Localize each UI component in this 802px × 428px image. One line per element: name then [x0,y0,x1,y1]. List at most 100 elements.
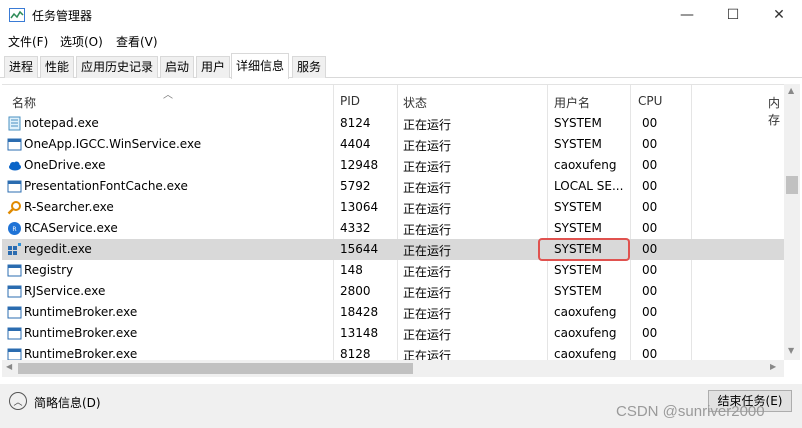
scroll-up-icon[interactable]: ▲ [788,86,794,95]
highlight-annotation [538,238,630,261]
tab-app-history[interactable]: 应用历史记录 [76,56,159,78]
cpu-cell: 00 [642,284,658,298]
table-row[interactable]: regedit.exe 15644 正在运行 SYSTEM 00 [2,239,784,260]
pid-cell: 8124 [340,116,371,130]
vertical-scrollbar[interactable]: ▲ ▼ [784,84,800,360]
tab-services[interactable]: 服务 [292,56,327,78]
process-name-cell: Registry [24,263,74,277]
tab-startup[interactable]: 启动 [160,56,195,78]
scroll-thumb[interactable] [18,363,413,374]
minimize-icon: — [680,7,694,23]
status-cell: 正在运行 [403,139,452,153]
fewer-details-link[interactable]: 简略信息(D) [34,394,101,411]
status-cell: 正在运行 [403,223,452,237]
process-name-cell: RuntimeBroker.exe [24,347,138,361]
scroll-left-icon[interactable]: ◀ [6,362,12,371]
process-name-cell: OneApp.IGCC.WinService.exe [24,137,202,151]
cpu-cell: 00 [642,242,658,256]
chevron-up-icon[interactable]: ︿ [9,392,27,410]
onedrive-cloud-icon [7,158,22,173]
tab-processes[interactable]: 进程 [4,56,39,78]
generic-exe-icon [7,263,22,278]
svg-text:R: R [12,226,16,233]
user-cell: SYSTEM [554,137,602,151]
table-row[interactable]: PresentationFontCache.exe 5792 正在运行 LOCAL S… [2,176,784,197]
cpu-cell: 00 [642,326,658,340]
cpu-cell: 00 [642,179,658,193]
column-header-user[interactable]: 用户名 [554,94,590,111]
scroll-right-icon[interactable]: ▶ [770,362,776,371]
cpu-cell: 00 [642,347,658,361]
close-icon: ✕ [773,7,785,23]
cpu-cell: 00 [642,263,658,277]
rca-service-icon: R [7,221,22,236]
table-row[interactable]: RJService.exe 2800 正在运行 SYSTEM 00 [2,281,784,302]
table-row[interactable]: R RCAService.exe 4332 正在运行 SYSTEM 00 [2,218,784,239]
column-header-name[interactable]: 名称 [12,94,36,111]
user-cell: caoxufeng [554,305,617,319]
pid-cell: 13148 [340,326,379,340]
user-cell: caoxufeng [554,326,617,340]
column-header-status[interactable]: 状态 [403,94,427,111]
pid-cell: 4332 [340,221,371,235]
status-cell: 正在运行 [403,307,452,321]
table-row[interactable]: notepad.exe 8124 正在运行 SYSTEM 00 [2,113,784,134]
pid-cell: 4404 [340,137,371,151]
tab-performance[interactable]: 性能 [40,56,75,78]
pid-cell: 18428 [340,305,379,319]
user-cell: SYSTEM [554,284,602,298]
process-name-cell: R-Searcher.exe [24,200,114,214]
cpu-cell: 00 [642,221,658,235]
status-cell: 正在运行 [403,328,452,342]
table-row[interactable]: RuntimeBroker.exe 18428 正在运行 caoxufeng 00 [2,302,784,323]
tab-details[interactable]: 详细信息 [231,53,290,79]
maximize-icon: ☐ [726,7,740,23]
process-name-cell: RCAService.exe [24,221,118,235]
regedit-icon [7,242,22,257]
horizontal-scrollbar[interactable]: ◀ ▶ [2,360,784,377]
table-row[interactable]: R-Searcher.exe 13064 正在运行 SYSTEM 00 [2,197,784,218]
user-cell: SYSTEM [554,263,602,277]
task-manager-icon [9,8,25,22]
tab-bar: 进程 性能 应用历史记录 启动 用户 详细信息 服务 [0,52,802,79]
menu-options[interactable]: 选项(O) [60,33,103,50]
close-button[interactable]: ✕ [756,0,802,30]
generic-exe-icon [7,305,22,320]
table-row[interactable]: OneDrive.exe 12948 正在运行 caoxufeng 00 [2,155,784,176]
notepad-icon [7,116,22,131]
column-header-pid[interactable]: PID [340,94,360,108]
table-row[interactable]: RuntimeBroker.exe 13148 正在运行 caoxufeng 00 [2,323,784,344]
table-row[interactable]: Registry 148 正在运行 SYSTEM 00 [2,260,784,281]
pid-cell: 13064 [340,200,379,214]
grid-header: ︿ 名称 PID 状态 用户名 CPU 内存 [2,85,784,127]
pid-cell: 2800 [340,284,371,298]
process-name-cell: PresentationFontCache.exe [24,179,188,193]
menu-file[interactable]: 文件(F) [8,33,48,50]
menu-view[interactable]: 查看(V) [116,33,158,50]
maximize-button[interactable]: ☐ [710,0,756,30]
status-cell: 正在运行 [403,160,452,174]
cpu-cell: 00 [642,305,658,319]
tab-users[interactable]: 用户 [196,56,231,78]
scroll-thumb[interactable] [786,176,798,194]
generic-exe-icon [7,179,22,194]
user-cell: caoxufeng [554,347,617,361]
process-name-cell: OneDrive.exe [24,158,106,172]
pid-cell: 8128 [340,347,371,361]
table-row[interactable]: OneApp.IGCC.WinService.exe 4404 正在运行 SYSTEM… [2,134,784,155]
pid-cell: 148 [340,263,363,277]
process-name-cell: notepad.exe [24,116,99,130]
user-cell: LOCAL SE... [554,179,624,193]
cpu-cell: 00 [642,137,658,151]
scroll-down-icon[interactable]: ▼ [788,346,794,355]
watermark: CSDN @sunriver2000 [616,403,765,420]
pid-cell: 15644 [340,242,379,256]
column-header-cpu[interactable]: CPU [638,94,662,108]
generic-exe-icon [7,137,22,152]
generic-exe-icon [7,326,22,341]
cpu-cell: 00 [642,200,658,214]
user-cell: SYSTEM [554,200,602,214]
minimize-button[interactable]: — [664,0,710,30]
user-cell: SYSTEM [554,221,602,235]
sort-ascending-icon[interactable]: ︿ [163,86,173,101]
